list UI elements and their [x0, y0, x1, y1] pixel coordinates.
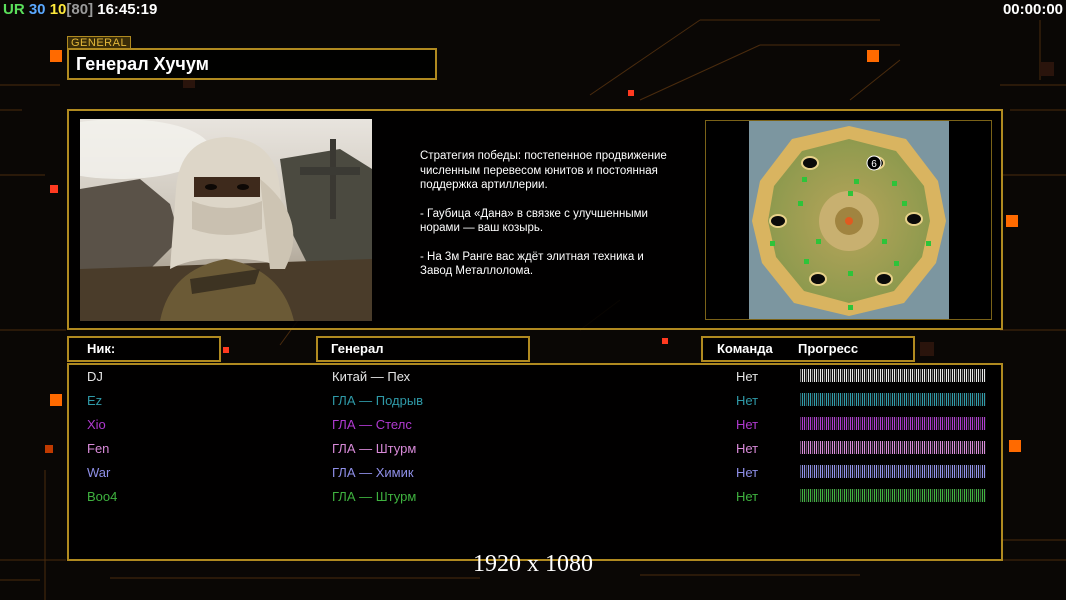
strategy-text-1: Стратегия победы: постепенное продвижени…	[420, 150, 667, 191]
portrait-image	[80, 119, 372, 321]
clock-time: 16:45:19	[97, 1, 158, 18]
player-team: Нет	[736, 369, 759, 384]
general-title-box: Генерал Хучум	[67, 48, 437, 80]
strategy-description: Стратегия победы: постепенное продвижени…	[420, 149, 670, 293]
table-row: War ГЛА — Химик Нет	[69, 463, 1001, 487]
player-general: ГЛА — Стелс	[332, 417, 412, 432]
resolution-label: 1920 x 1080	[473, 551, 593, 577]
player-general: ГЛА — Химик	[332, 465, 414, 480]
player-team: Нет	[736, 441, 759, 456]
faction-label: UR	[3, 1, 25, 18]
player-general: ГЛА — Штурм	[332, 489, 417, 504]
stat-value-a: 30	[28, 1, 46, 18]
map-image: 6	[706, 121, 991, 319]
player-general: Китай — Пех	[332, 369, 411, 384]
player-nick: Boo4	[87, 489, 118, 504]
stat-value-b: 10	[49, 1, 67, 18]
player-nick: War	[87, 465, 111, 480]
map-player-label: 6	[871, 159, 877, 170]
player-general: ГЛА — Штурм	[332, 441, 417, 456]
player-nick: Fen	[87, 441, 110, 456]
table-row: Fen ГЛА — Штурм Нет	[69, 439, 1001, 463]
strategy-text-2: - Гаубица «Дана» в связке с улучшенными …	[420, 207, 648, 235]
progress-bar	[800, 489, 986, 502]
progress-bar	[800, 465, 986, 478]
team-header-label: Команда	[717, 341, 773, 356]
general-info-panel: Стратегия победы: постепенное продвижени…	[67, 109, 1003, 330]
general-name: Генерал Хучум	[76, 54, 209, 74]
map-preview: 6	[705, 120, 992, 320]
player-nick: DJ	[87, 369, 103, 384]
player-list: DJ Китай — Пех Нет Ez ГЛА — Подрыв Нет Xio ГЛА …	[67, 363, 1003, 561]
player-team: Нет	[736, 489, 759, 504]
progress-bar	[800, 441, 986, 454]
progress-bar	[800, 369, 986, 382]
team-progress-header: Команда Прогресс	[701, 336, 915, 362]
player-nick: Xio	[87, 417, 106, 432]
player-team: Нет	[736, 465, 759, 480]
progress-bar	[800, 393, 986, 406]
player-general: ГЛА — Подрыв	[332, 393, 424, 408]
nick-column-header: Ник:	[67, 336, 221, 362]
table-row: Xio ГЛА — Стелс Нет	[69, 415, 1001, 439]
game-timer: 00:00:00	[1002, 1, 1063, 18]
progress-header-label: Прогресс	[798, 341, 859, 356]
progress-bar	[800, 417, 986, 430]
general-header-label: Генерал	[331, 341, 384, 356]
nick-header-label: Ник:	[87, 341, 116, 356]
strategy-text-3: - На 3м Ранге вас ждёт элитная техника и…	[420, 250, 644, 278]
status-readout: UR 30 10[80] 16:45:19	[3, 1, 157, 18]
player-team: Нет	[736, 393, 759, 408]
table-row: Ez ГЛА — Подрыв Нет	[69, 391, 1001, 415]
general-column-header: Генерал	[316, 336, 530, 362]
table-row: DJ Китай — Пех Нет	[69, 367, 1001, 391]
table-row: Boo4 ГЛА — Штурм Нет	[69, 487, 1001, 511]
player-nick: Ez	[87, 393, 103, 408]
general-portrait	[80, 119, 372, 321]
stat-value-c: [80]	[66, 1, 94, 18]
player-team: Нет	[736, 417, 759, 432]
